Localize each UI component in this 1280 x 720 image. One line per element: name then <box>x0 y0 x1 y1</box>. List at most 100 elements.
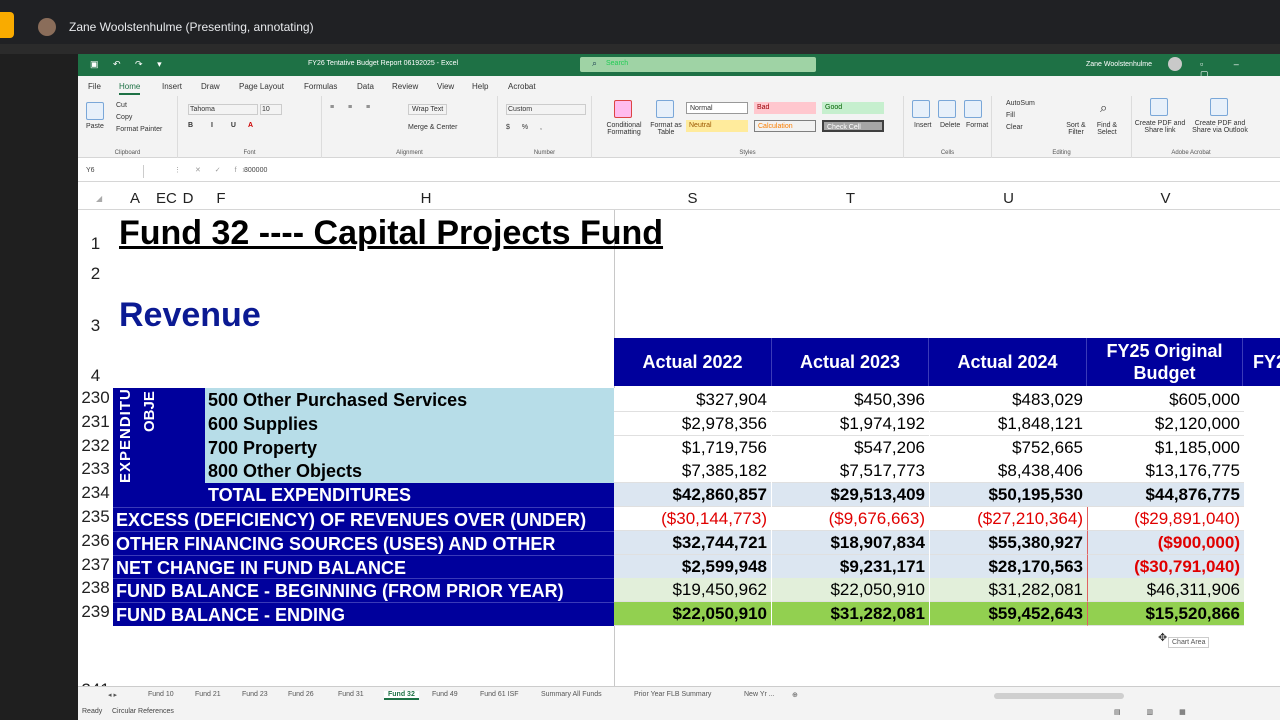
table-cell[interactable]: $450,396 <box>772 388 929 412</box>
insert-cells-button[interactable]: Insert <box>914 122 932 129</box>
row-label[interactable]: NET CHANGE IN FUND BALANCE <box>113 554 614 579</box>
header-fy26-partial[interactable]: FY2 <box>1243 338 1280 386</box>
table-cell[interactable]: $15,520,866 <box>1087 602 1244 627</box>
row-number[interactable]: 232 <box>78 436 113 456</box>
table-cell[interactable]: $29,513,409 <box>772 483 929 508</box>
style-normal[interactable]: Normal <box>686 102 748 114</box>
tab-draw[interactable]: Draw <box>201 82 220 91</box>
paste-button[interactable]: Paste <box>86 123 104 130</box>
cut-button[interactable]: Cut <box>116 102 127 109</box>
sheet-nav-arrows[interactable]: ◂ ▸ <box>108 691 117 699</box>
copy-button[interactable]: Copy <box>116 114 132 121</box>
row-label[interactable]: FUND BALANCE - BEGINNING (FROM PRIOR YEA… <box>113 578 614 603</box>
sort-filter-button[interactable]: Sort & Filter <box>1062 122 1090 136</box>
sheet-tab[interactable]: New Yr ... <box>744 691 775 698</box>
number-format-icons[interactable]: $ % , <box>506 124 547 131</box>
col-header-u[interactable]: U <box>930 190 1087 207</box>
table-cell[interactable]: $7,517,773 <box>772 459 929 484</box>
header-actual-2023[interactable]: Actual 2023 <box>772 338 929 386</box>
wrap-text-button[interactable]: Wrap Text <box>408 104 448 115</box>
table-cell[interactable]: $44,876,775 <box>1087 483 1244 508</box>
formula-bar-icons[interactable]: ⋮ ✕ ✓ fx <box>174 166 252 174</box>
font-style-buttons[interactable]: B I U <box>188 122 244 129</box>
table-cell[interactable]: $752,665 <box>930 435 1087 460</box>
tab-acrobat[interactable]: Acrobat <box>508 82 536 91</box>
sheet-tab[interactable]: Summary All Funds <box>541 691 602 698</box>
table-cell[interactable]: $31,282,081 <box>772 602 929 627</box>
table-cell[interactable]: $2,978,356 <box>614 411 771 436</box>
delete-cells-button[interactable]: Delete <box>940 122 960 129</box>
horizontal-scrollbar[interactable] <box>994 693 1124 699</box>
add-sheet-icon[interactable]: ⊕ <box>792 691 798 699</box>
table-cell[interactable]: ($900,000) <box>1087 530 1244 555</box>
style-bad[interactable]: Bad <box>754 102 816 114</box>
row-number[interactable]: 233 <box>78 459 113 479</box>
quick-access-icons[interactable]: ▣ ↶ ↷ ▾ <box>90 59 168 70</box>
tab-view[interactable]: View <box>437 82 454 91</box>
row-label[interactable]: EXCESS (DEFICIENCY) OF REVENUES OVER (UN… <box>113 507 614 531</box>
status-circular-references[interactable]: Circular References <box>112 708 174 715</box>
table-cell[interactable]: $50,195,530 <box>930 483 1087 508</box>
tab-file[interactable]: File <box>88 82 101 91</box>
col-header-v[interactable]: V <box>1087 190 1244 207</box>
pdf-link-icon[interactable] <box>1150 98 1168 116</box>
table-cell[interactable]: $1,719,756 <box>614 435 771 460</box>
table-cell[interactable]: $2,120,000 <box>1087 411 1244 436</box>
sheet-tab[interactable]: Fund 61 ISF <box>480 691 519 698</box>
row-number[interactable]: 237 <box>78 555 113 575</box>
paste-icon[interactable] <box>86 102 104 120</box>
table-cell[interactable]: $327,904 <box>614 388 771 412</box>
style-check-cell[interactable]: Check Cell <box>822 120 884 132</box>
format-cells-button[interactable]: Format <box>966 122 988 129</box>
insert-cells-icon[interactable] <box>912 100 930 118</box>
select-all-corner[interactable]: ◢ <box>96 194 102 203</box>
table-cell[interactable]: $483,029 <box>930 388 1087 412</box>
table-cell[interactable]: ($29,891,040) <box>1087 507 1244 531</box>
clear-button[interactable]: Clear <box>1006 124 1023 131</box>
col-header-s[interactable]: S <box>614 190 771 207</box>
format-as-table-button[interactable]: Format as Table <box>648 122 684 136</box>
conditional-formatting-icon[interactable] <box>614 100 632 118</box>
align-icons[interactable]: ≡ ≡ ≡ <box>330 104 376 111</box>
row-number[interactable]: 234 <box>78 483 113 503</box>
table-cell[interactable]: $7,385,182 <box>614 459 771 484</box>
row-number[interactable]: 238 <box>78 578 113 598</box>
sheet-tab[interactable]: Fund 21 <box>195 691 221 698</box>
font-name-select[interactable]: Tahoma <box>188 104 258 115</box>
sheet-tab[interactable]: Fund 49 <box>432 691 458 698</box>
table-cell[interactable]: $9,231,171 <box>772 554 929 579</box>
formula-input[interactable]: 300000 <box>244 167 267 174</box>
row-number[interactable]: 3 <box>78 316 113 336</box>
name-box[interactable]: Y6 <box>82 165 144 178</box>
sheet-tab[interactable]: Fund 32 <box>384 691 419 700</box>
row-number[interactable]: 1 <box>78 234 113 254</box>
tab-insert[interactable]: Insert <box>162 82 182 91</box>
table-cell[interactable]: $1,974,192 <box>772 411 929 436</box>
table-cell[interactable]: $1,848,121 <box>930 411 1087 436</box>
create-pdf-outlook-button[interactable]: Create PDF and Share via Outlook <box>1190 120 1250 134</box>
tab-formulas[interactable]: Formulas <box>304 82 337 91</box>
find-select-button[interactable]: Find & Select <box>1092 122 1122 136</box>
merge-center-button[interactable]: Merge & Center <box>408 124 457 131</box>
view-buttons[interactable]: ▤ ▥ ▦ <box>1114 708 1198 716</box>
row-label[interactable]: 800 Other Objects <box>205 459 614 484</box>
pdf-outlook-icon[interactable] <box>1210 98 1228 116</box>
row-number[interactable]: 2 <box>78 264 113 284</box>
table-cell[interactable]: $13,176,775 <box>1087 459 1244 484</box>
row-number[interactable]: 239 <box>78 602 113 622</box>
table-cell[interactable]: $28,170,563 <box>930 554 1087 579</box>
delete-cells-icon[interactable] <box>938 100 956 118</box>
table-cell[interactable]: $8,438,406 <box>930 459 1087 484</box>
style-good[interactable]: Good <box>822 102 884 114</box>
style-neutral[interactable]: Neutral <box>686 120 748 132</box>
search-input[interactable]: ⌕ Search <box>580 57 816 72</box>
fill-button[interactable]: Fill <box>1006 112 1015 119</box>
row-label[interactable]: FUND BALANCE - ENDING <box>113 602 614 627</box>
col-header-ec[interactable]: EC <box>156 190 177 207</box>
row-number[interactable]: 231 <box>78 412 113 432</box>
table-cell[interactable]: $605,000 <box>1087 388 1244 412</box>
table-cell[interactable]: $55,380,927 <box>930 530 1087 555</box>
sheet-tab[interactable]: Fund 31 <box>338 691 364 698</box>
table-cell[interactable]: $1,185,000 <box>1087 435 1244 460</box>
table-cell[interactable]: $19,450,962 <box>614 578 771 603</box>
